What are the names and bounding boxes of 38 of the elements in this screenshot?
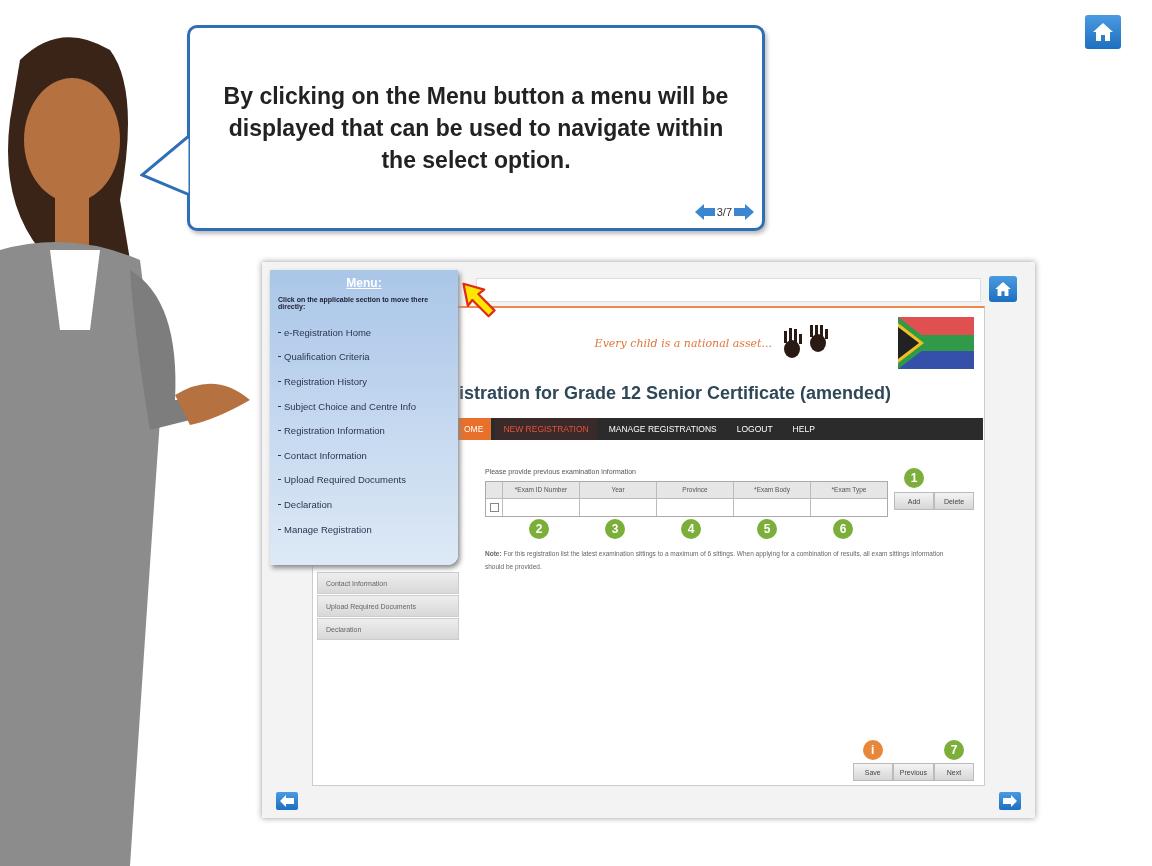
next-button[interactable] [999,792,1021,810]
home-button[interactable] [1085,15,1121,49]
forward-arrow-icon[interactable] [734,202,754,222]
pointer-arrow-icon [462,282,496,318]
menu-item[interactable]: Manage Registration [278,516,450,542]
nav-link[interactable]: HELP [784,418,823,440]
step-marker: 7 [944,740,964,760]
slogan-text: Every child is a national asset... [594,336,772,350]
menu-item[interactable]: Contact Information [278,442,450,468]
home-icon [1093,23,1113,41]
flag-icon [898,317,974,369]
back-button[interactable] [276,792,298,810]
menu-item[interactable]: Subject Choice and Centre Info [278,393,450,419]
menu-item[interactable]: Registration History [278,369,450,394]
nav-link[interactable]: NEW REGISTRATION [495,418,597,440]
nav-link[interactable]: MANAGE REGISTRATIONS [600,418,725,440]
menu-item[interactable]: e-Registration Home [278,320,450,345]
nav-link[interactable]: LOGOUT [728,418,781,440]
menu-item[interactable]: Upload Required Documents [278,467,450,493]
menu-item[interactable]: Registration Information [278,418,450,443]
menu-item[interactable]: Qualification Criteria [278,344,450,370]
step-marker: 6 [833,519,853,539]
home-button[interactable] [989,276,1017,302]
menu-title: Menu: [346,276,382,290]
step-marker: 3 [605,519,625,539]
page-title: istration for Grade 12 Senior Certificate (amended) [459,382,892,405]
narration-text: By clicking on the Menu button a menu will be displayed that can be used to navigate within the select option. [222,82,730,175]
row-checkbox[interactable] [489,503,499,512]
back-arrow-icon[interactable] [694,202,715,222]
step-marker: 2 [529,519,549,539]
menu-item[interactable]: Declaration [278,492,450,517]
step-marker: 5 [757,519,777,539]
step-marker: 1 [904,468,924,488]
page-counter: 3/7 [716,206,732,218]
home-icon [995,282,1011,296]
column-header [486,482,502,498]
step-marker: 4 [681,519,701,539]
step-marker: i [862,740,883,760]
